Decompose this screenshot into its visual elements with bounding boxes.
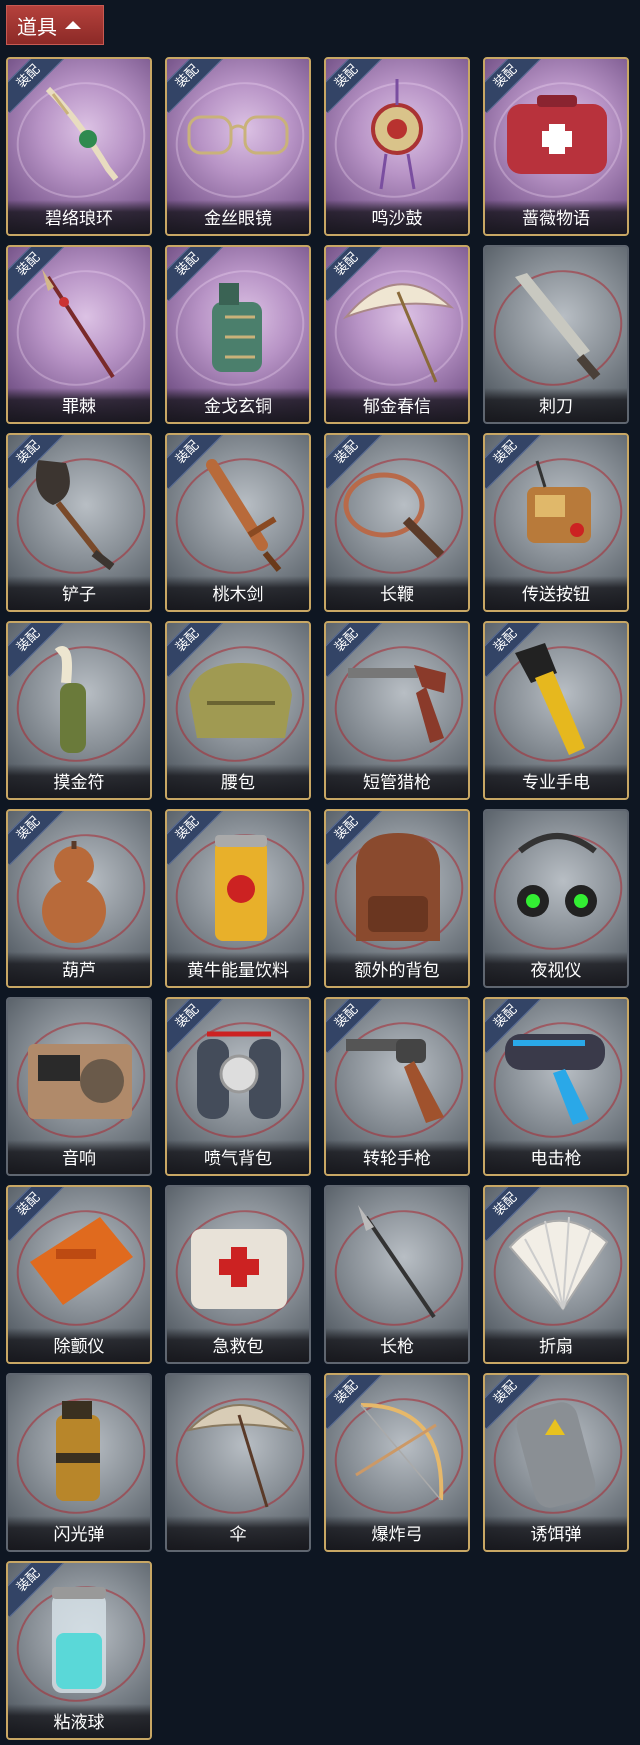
item-name: 金丝眼镜 — [167, 200, 309, 234]
item-name: 黄牛能量饮料 — [167, 952, 309, 986]
item-card[interactable]: 装配 黄牛能量饮料 — [165, 809, 311, 988]
item-card[interactable]: 装配 腰包 — [165, 621, 311, 800]
item-card[interactable]: 装配 桃木剑 — [165, 433, 311, 612]
item-name: 伞 — [167, 1516, 309, 1550]
item-name: 闪光弹 — [8, 1516, 150, 1550]
radio-icon — [28, 1044, 132, 1119]
long-spear-icon — [358, 1205, 436, 1319]
item-card[interactable]: 装配 长鞭 — [324, 433, 470, 612]
item-name: 额外的背包 — [326, 952, 468, 986]
item-name: 诱饵弹 — [485, 1516, 627, 1550]
knife-icon — [515, 273, 601, 380]
item-card[interactable]: 装配 碧络琅环 — [6, 57, 152, 236]
item-name: 喷气背包 — [167, 1140, 309, 1174]
item-name: 夜视仪 — [485, 952, 627, 986]
item-card[interactable]: 装配 鸣沙鼓 — [324, 57, 470, 236]
item-card[interactable]: 装配 专业手电 — [483, 621, 629, 800]
item-card[interactable]: 装配 短管猎枪 — [324, 621, 470, 800]
item-name: 折扇 — [485, 1328, 627, 1362]
umbrella-icon — [185, 1404, 295, 1508]
item-name: 刺刀 — [485, 388, 627, 422]
item-name: 郁金春信 — [326, 388, 468, 422]
item-card[interactable]: 装配 转轮手枪 — [324, 997, 470, 1176]
items-section-tab[interactable]: 道具 — [6, 5, 104, 45]
item-name: 金戈玄铜 — [167, 388, 309, 422]
item-card[interactable]: 音响 — [6, 997, 152, 1176]
item-card[interactable]: 装配 粘液球 — [6, 1561, 152, 1740]
item-card[interactable]: 装配 蔷薇物语 — [483, 57, 629, 236]
item-name: 桃木剑 — [167, 576, 309, 610]
night-vision-icon — [517, 833, 597, 917]
item-name: 腰包 — [167, 764, 309, 798]
item-name: 罪棘 — [8, 388, 150, 422]
item-card[interactable]: 装配 摸金符 — [6, 621, 152, 800]
item-name: 电击枪 — [485, 1140, 627, 1174]
item-name: 爆炸弓 — [326, 1516, 468, 1550]
item-name: 摸金符 — [8, 764, 150, 798]
item-card[interactable]: 装配 金丝眼镜 — [165, 57, 311, 236]
item-card[interactable]: 装配 传送按钮 — [483, 433, 629, 612]
item-name: 除颤仪 — [8, 1328, 150, 1362]
item-card[interactable]: 装配 折扇 — [483, 1185, 629, 1364]
item-name: 传送按钮 — [485, 576, 627, 610]
item-card[interactable]: 装配 金戈玄铜 — [165, 245, 311, 424]
item-name: 粘液球 — [8, 1704, 150, 1738]
item-name: 短管猎枪 — [326, 764, 468, 798]
flashbang-icon — [56, 1401, 100, 1501]
item-card[interactable]: 装配 额外的背包 — [324, 809, 470, 988]
item-card[interactable]: 装配 除颤仪 — [6, 1185, 152, 1364]
item-name: 转轮手枪 — [326, 1140, 468, 1174]
item-name: 专业手电 — [485, 764, 627, 798]
item-card[interactable]: 装配 爆炸弓 — [324, 1373, 470, 1552]
first-aid-kit-icon — [191, 1229, 287, 1309]
item-card[interactable]: 伞 — [165, 1373, 311, 1552]
item-card[interactable]: 夜视仪 — [483, 809, 629, 988]
chevron-up-icon — [65, 21, 81, 29]
item-card[interactable]: 长枪 — [324, 1185, 470, 1364]
item-card[interactable]: 装配 郁金春信 — [324, 245, 470, 424]
item-name: 碧络琅环 — [8, 200, 150, 234]
item-card[interactable]: 装配 罪棘 — [6, 245, 152, 424]
section-title: 道具 — [17, 14, 57, 39]
item-card[interactable]: 装配 葫芦 — [6, 809, 152, 988]
item-card[interactable]: 装配 铲子 — [6, 433, 152, 612]
item-name: 急救包 — [167, 1328, 309, 1362]
item-card[interactable]: 闪光弹 — [6, 1373, 152, 1552]
item-name: 铲子 — [8, 576, 150, 610]
item-name: 音响 — [8, 1140, 150, 1174]
item-name: 葫芦 — [8, 952, 150, 986]
item-card[interactable]: 急救包 — [165, 1185, 311, 1364]
item-name: 鸣沙鼓 — [326, 200, 468, 234]
item-name: 长枪 — [326, 1328, 468, 1362]
item-card[interactable]: 刺刀 — [483, 245, 629, 424]
item-card[interactable]: 装配 电击枪 — [483, 997, 629, 1176]
item-name: 长鞭 — [326, 576, 468, 610]
item-card[interactable]: 装配 喷气背包 — [165, 997, 311, 1176]
item-name: 蔷薇物语 — [485, 200, 627, 234]
item-card[interactable]: 装配 诱饵弹 — [483, 1373, 629, 1552]
